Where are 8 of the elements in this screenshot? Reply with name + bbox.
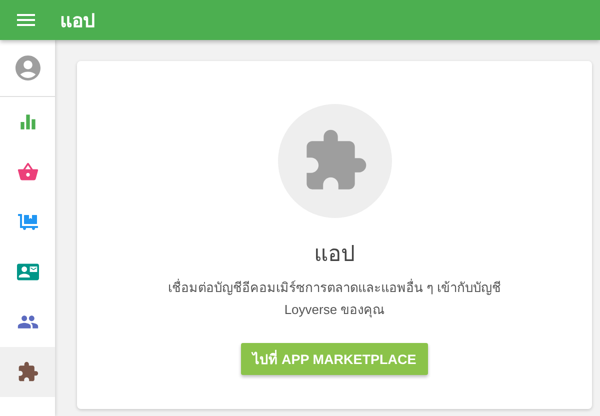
sidebar-item[interactable]	[0, 347, 55, 397]
card-title: แอป	[314, 240, 355, 268]
app-bar-title: แอป	[60, 10, 95, 34]
sidebar-item[interactable]	[0, 297, 55, 347]
sidebar-item[interactable]	[0, 97, 55, 147]
card-description: เชื่อมต่อบัญชีอีคอมเมิร์ซการตลาดและแอพอื่น ๆ เข้ากับบัญชี Loyverse ของคุณ	[166, 278, 502, 320]
marketplace-button[interactable]: ไปที่ APP MARKETPLACE	[240, 343, 428, 375]
sidebar-item[interactable]	[0, 40, 55, 97]
